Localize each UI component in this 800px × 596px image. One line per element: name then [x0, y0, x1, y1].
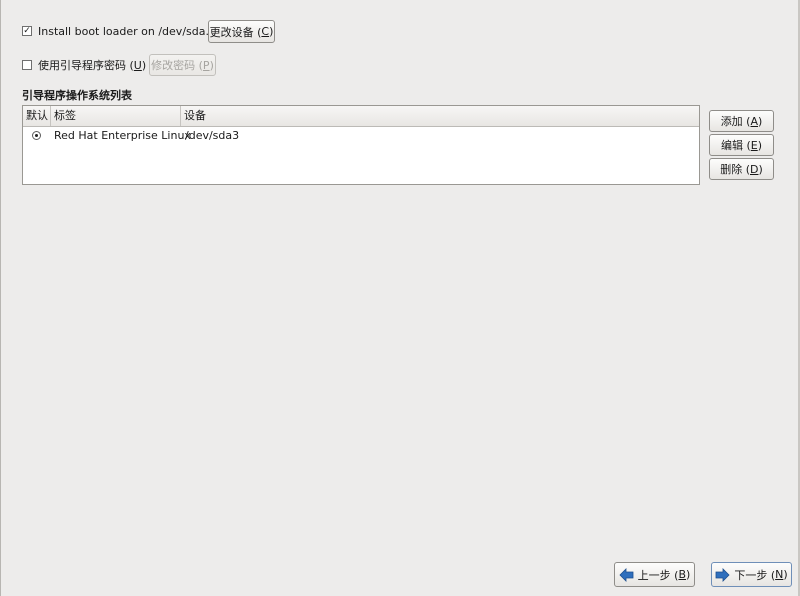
window-left-edge: [0, 0, 1, 596]
column-header-device[interactable]: 设备: [181, 106, 699, 126]
bootloader-password-check-box[interactable]: [22, 60, 32, 70]
change-password-button[interactable]: 修改密码 (P): [149, 54, 216, 76]
arrow-left-icon: [619, 567, 634, 582]
table-row[interactable]: Red Hat Enterprise Linux /dev/sda3: [23, 127, 699, 145]
bootloader-password-checkbox[interactable]: 使用引导程序密码 (U): [22, 59, 146, 72]
column-header-default[interactable]: 默认: [23, 106, 51, 126]
edit-button[interactable]: 编辑 (E): [709, 134, 774, 156]
delete-button[interactable]: 删除 (D): [709, 158, 774, 180]
os-list[interactable]: 默认 标签 设备 Red Hat Enterprise Linux /dev/s…: [22, 105, 700, 185]
next-button[interactable]: 下一步 (N): [711, 562, 792, 587]
change-device-button[interactable]: 更改设备 (C): [208, 20, 275, 43]
os-device-cell: /dev/sda3: [185, 129, 240, 142]
back-button[interactable]: 上一步 (B): [614, 562, 695, 587]
os-list-title: 引导程序操作系统列表: [22, 89, 132, 102]
column-header-label[interactable]: 标签: [51, 106, 181, 126]
install-bootloader-checkbox[interactable]: ✓ Install boot loader on /dev/sda.: [22, 24, 209, 38]
install-bootloader-check-mark[interactable]: ✓: [22, 26, 32, 36]
install-bootloader-label: Install boot loader on /dev/sda.: [38, 24, 209, 38]
arrow-right-icon: [715, 567, 730, 582]
add-button[interactable]: 添加 (A): [709, 110, 774, 132]
os-label-cell: Red Hat Enterprise Linux: [54, 129, 191, 142]
default-os-radio[interactable]: [32, 131, 41, 140]
os-list-header: 默认 标签 设备: [23, 106, 699, 127]
